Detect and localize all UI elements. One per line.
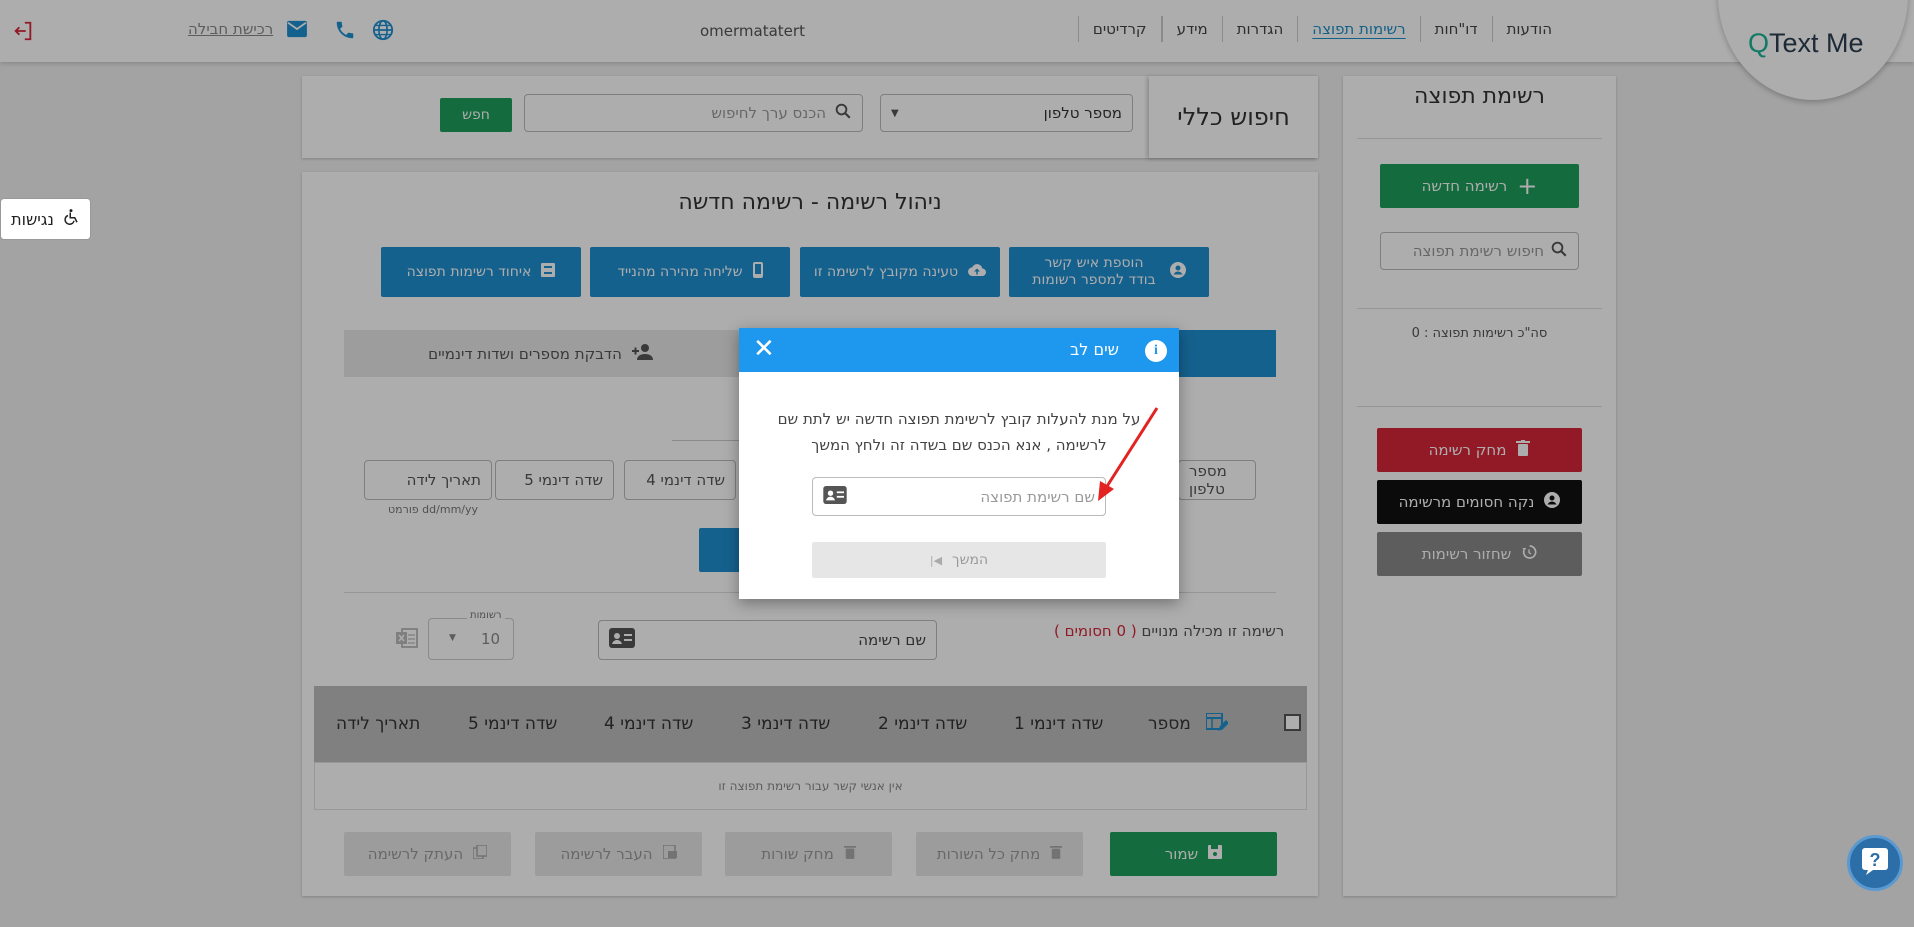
help-button[interactable]: ? [1847,835,1903,891]
help-icon: ? [1860,846,1890,880]
list-name-field-placeholder: שם רשימת תפוצה [980,487,1095,506]
modal-title: שים לב [1070,340,1119,359]
id-card-icon [823,485,847,508]
svg-text:?: ? [1870,850,1881,870]
accessibility-label: נגישות [11,209,54,229]
close-icon[interactable]: ✕ [753,334,775,364]
info-icon: i [1145,340,1167,362]
continue-label: המשך [952,552,989,568]
continue-button[interactable]: המשך ◀| [812,542,1106,578]
wheelchair-icon [62,208,80,230]
list-name-field[interactable]: שם רשימת תפוצה [812,477,1106,516]
step-back-icon: ◀| [929,553,943,567]
annotation-arrow [1098,407,1159,501]
accessibility-button[interactable]: נגישות [0,198,91,240]
